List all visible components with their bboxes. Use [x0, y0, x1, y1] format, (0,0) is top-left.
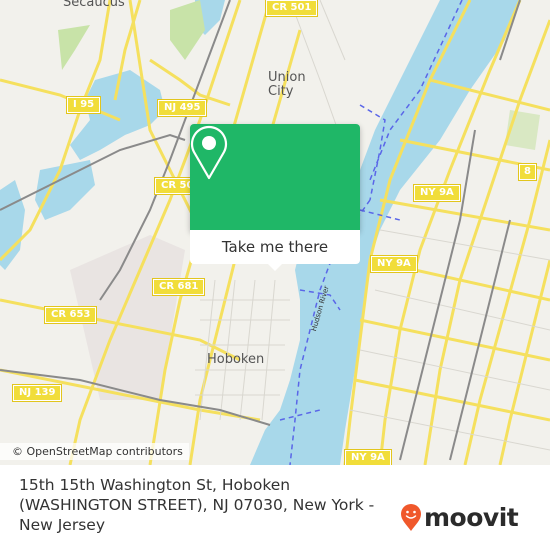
road-shield-nj-495: NJ 495	[156, 99, 208, 117]
popup-tail	[268, 264, 282, 271]
road-shield-cr-653: CR 653	[43, 306, 98, 324]
road-shield-cr-501: CR 501	[264, 0, 319, 17]
road-shield-cr-681: CR 681	[151, 278, 206, 296]
road-shield-i-95: I 95	[65, 96, 102, 114]
park	[58, 25, 90, 70]
moovit-wordmark: moovit	[424, 503, 519, 532]
take-me-there-button[interactable]: Take me there	[190, 230, 360, 264]
popup-header	[190, 124, 360, 230]
road-shield-8: 8	[518, 163, 537, 181]
place-label-secaucus: Secaucus	[63, 0, 125, 10]
road-shield-nj-139: NJ 139	[11, 384, 63, 402]
place-label-hoboken: Hoboken	[207, 352, 265, 367]
map-attribution[interactable]: © OpenStreetMap contributors	[0, 443, 189, 460]
address-text: 15th 15th Washington St, Hoboken (WASHIN…	[19, 476, 375, 534]
road-shield-ny-9a: NY 9A	[370, 255, 418, 273]
marsh-water	[35, 160, 95, 220]
park	[170, 0, 205, 60]
road-shield-ny-9a: NY 9A	[413, 184, 461, 202]
footer: 15th 15th Washington St, Hoboken (WASHIN…	[0, 465, 550, 550]
location-popup: Take me there	[190, 124, 360, 271]
moovit-logo[interactable]: moovit	[400, 503, 519, 532]
place-label-union-city: Union City	[268, 70, 306, 99]
map[interactable]: Secaucus Union City Hoboken CR 501 I 95 …	[0, 0, 550, 465]
moovit-pin-icon	[401, 503, 421, 531]
road-shield-ny-9a: NY 9A	[344, 449, 392, 465]
map-pin-icon	[190, 125, 228, 180]
